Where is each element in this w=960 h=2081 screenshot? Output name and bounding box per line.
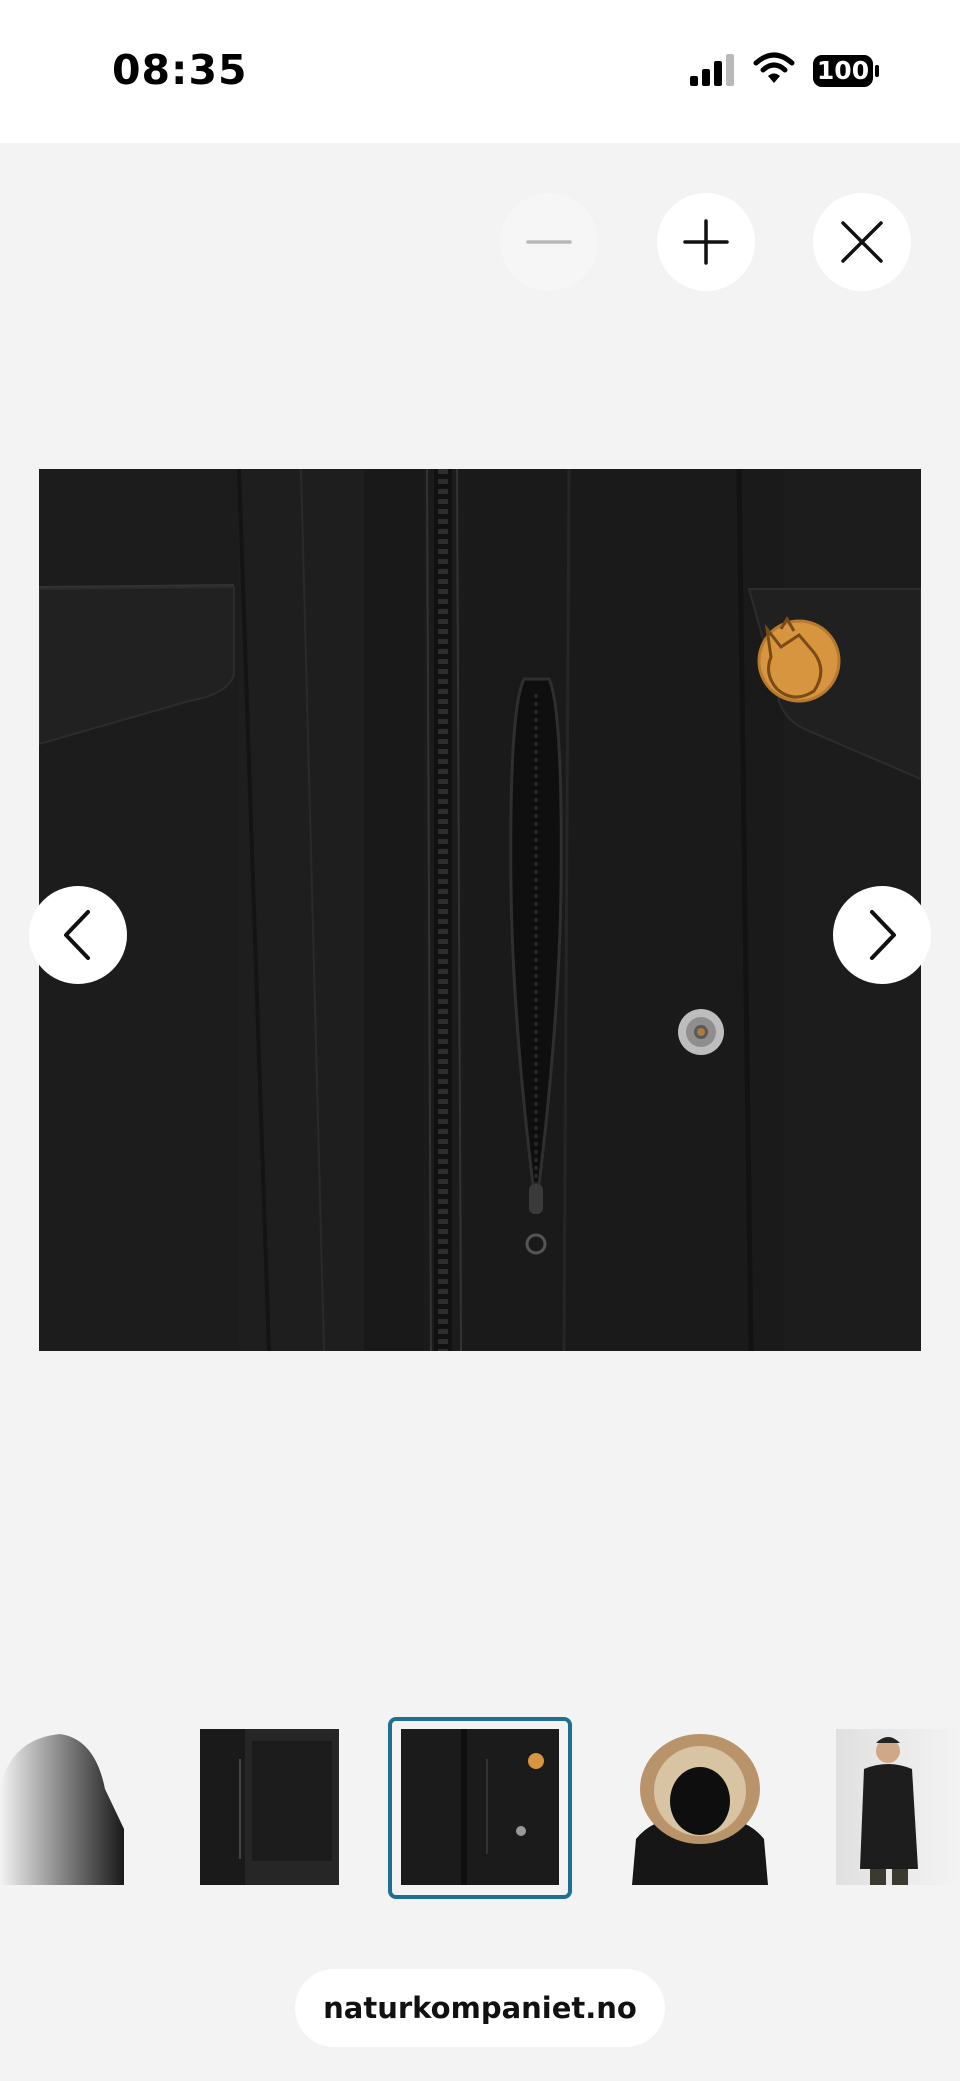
zoom-out-button[interactable] [500, 193, 598, 291]
plus-icon [683, 219, 729, 265]
thumb-hood-back[interactable] [0, 1729, 124, 1885]
minus-icon [526, 240, 572, 244]
chevron-right-icon [870, 910, 896, 960]
wifi-icon [753, 52, 795, 83]
thumb-inner-pocket[interactable] [200, 1729, 339, 1885]
product-image[interactable] [39, 469, 921, 1351]
thumb-fur-hood[interactable] [622, 1729, 778, 1885]
thumb-model-wearing[interactable] [836, 1729, 960, 1885]
battery-level: 100 [816, 56, 870, 85]
status-bar: 08:35 100 [0, 0, 960, 143]
status-time: 08:35 [112, 46, 248, 94]
close-icon [841, 221, 883, 263]
fox-logo-patch [757, 616, 841, 703]
close-button[interactable] [813, 193, 911, 291]
next-image-button[interactable] [833, 886, 931, 984]
signal-icon [690, 54, 734, 86]
thumbnail-selection-frame [388, 1717, 572, 1899]
zoom-in-button[interactable] [657, 193, 755, 291]
chevron-left-icon [64, 910, 90, 960]
url-text: naturkompaniet.no [323, 1991, 637, 2025]
url-bar[interactable]: naturkompaniet.no [295, 1969, 665, 2047]
previous-image-button[interactable] [29, 886, 127, 984]
jacket-front-zipper-image [39, 469, 921, 1351]
